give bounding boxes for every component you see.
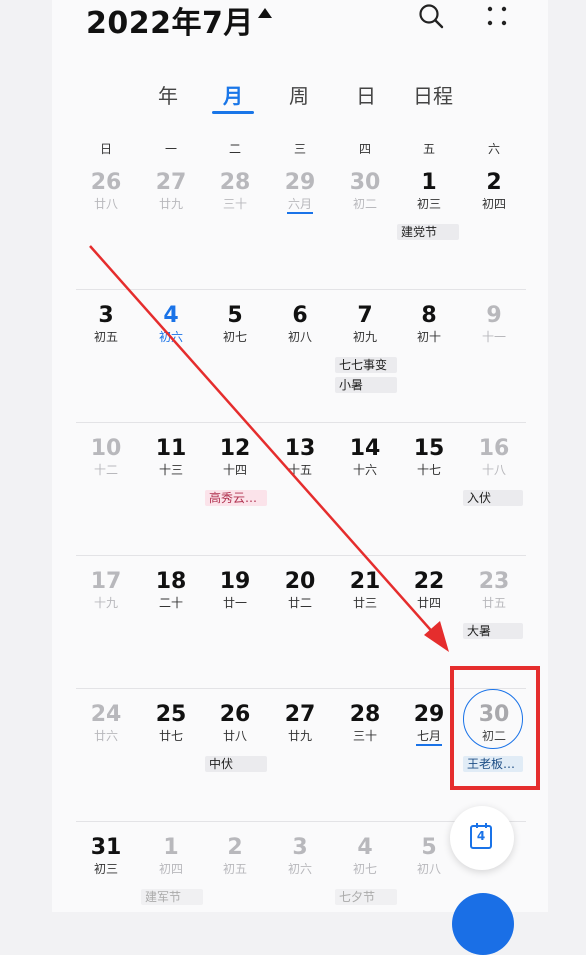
today-button[interactable]: 4 xyxy=(450,806,514,870)
add-event-button[interactable] xyxy=(452,893,514,955)
today-number: 4 xyxy=(476,829,486,843)
calendar-ring-left xyxy=(476,823,478,828)
calendar-ring-right xyxy=(485,823,487,828)
calendar-today-icon: 4 xyxy=(470,823,492,849)
annotation-highlight-box xyxy=(450,666,540,790)
